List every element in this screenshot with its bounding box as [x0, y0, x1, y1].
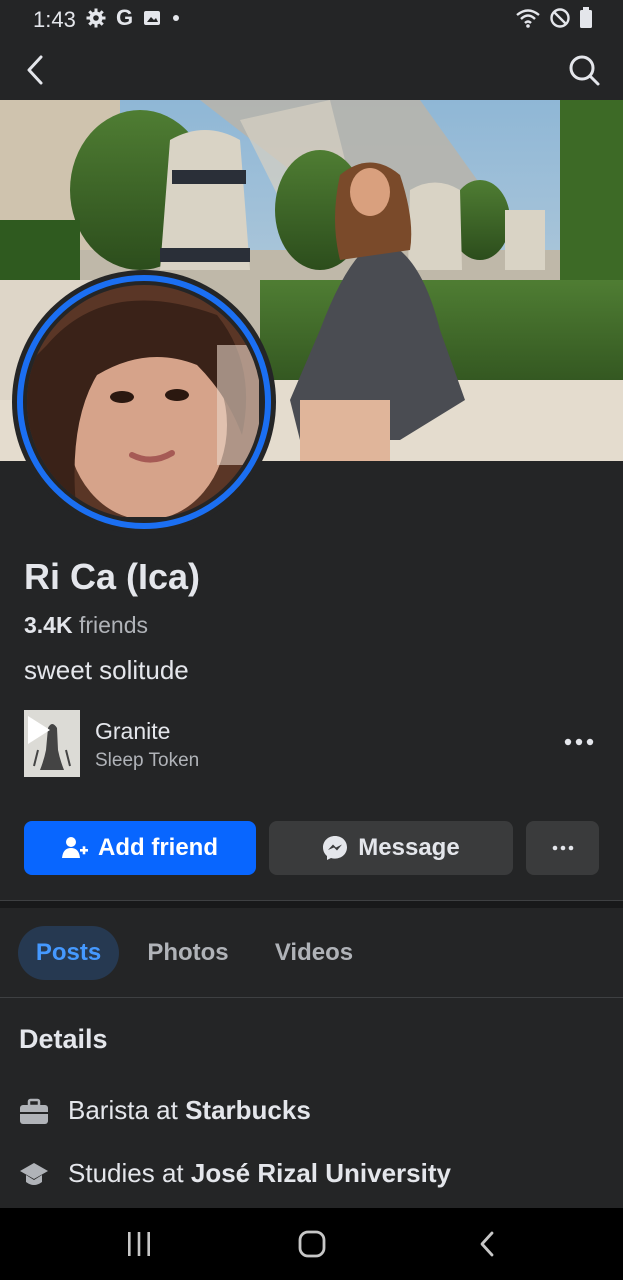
album-art: [24, 710, 80, 777]
add-friend-label: Add friend: [98, 834, 218, 861]
chevron-left-icon: [27, 55, 43, 85]
profile-tabs: Posts Photos Videos: [0, 908, 623, 998]
tab-videos[interactable]: Videos: [262, 926, 366, 980]
tab-photos[interactable]: Photos: [135, 926, 241, 980]
home-icon[interactable]: [297, 1228, 327, 1260]
friends-count[interactable]: 3.4K friends: [24, 612, 148, 639]
detail-work[interactable]: Barista at Starbucks: [19, 1093, 609, 1133]
song-artist: Sleep Token: [95, 750, 200, 771]
wifi-icon: [516, 9, 540, 28]
details-heading: Details: [19, 1024, 108, 1054]
more-horizontal-icon: [552, 845, 573, 851]
tab-posts[interactable]: Posts: [18, 926, 119, 980]
profile-avatar[interactable]: [12, 270, 276, 534]
more-actions-button[interactable]: [526, 821, 599, 875]
profile-music[interactable]: Granite Sleep Token: [24, 710, 599, 778]
status-bar: 1:43 G: [0, 0, 623, 40]
battery-icon: [580, 7, 592, 28]
back-button[interactable]: [20, 52, 54, 88]
photo-icon: [144, 11, 161, 25]
song-more-button[interactable]: [563, 730, 595, 754]
system-back-icon[interactable]: [476, 1228, 500, 1260]
google-icon: G: [116, 5, 134, 30]
profile-name: Ri Ca (Ica): [24, 556, 201, 597]
profile-bio: sweet solitude: [24, 655, 189, 685]
recent-apps-icon[interactable]: [124, 1230, 154, 1258]
messenger-icon: [323, 836, 348, 860]
search-icon: [569, 55, 600, 86]
dot-icon: [173, 15, 180, 21]
friends-number: 3.4K: [24, 612, 73, 638]
graduation-cap-icon: [20, 1163, 48, 1185]
work-prefix: Barista at: [68, 1095, 186, 1125]
add-friend-button[interactable]: Add friend: [24, 821, 256, 875]
profile-actions: Add friend Message: [24, 821, 599, 875]
message-button[interactable]: Message: [269, 821, 513, 875]
briefcase-icon: [20, 1098, 48, 1124]
status-time: 1:43: [33, 7, 76, 32]
song-title: Granite: [95, 718, 171, 744]
do-not-disturb-icon: [550, 8, 570, 28]
edu-prefix: Studies at: [68, 1158, 191, 1188]
search-button[interactable]: [567, 52, 601, 88]
top-nav: [0, 40, 623, 100]
friends-label: friends: [78, 612, 149, 638]
gear-icon: [86, 8, 106, 28]
detail-education[interactable]: Studies at José Rizal University: [19, 1156, 609, 1196]
edu-place[interactable]: José Rizal University: [191, 1158, 451, 1188]
more-horizontal-icon: [564, 738, 594, 746]
add-friend-icon: [62, 837, 88, 858]
system-nav-bar: [0, 1208, 623, 1280]
section-divider: [0, 900, 623, 908]
work-place[interactable]: Starbucks: [185, 1095, 311, 1125]
message-label: Message: [358, 834, 460, 861]
